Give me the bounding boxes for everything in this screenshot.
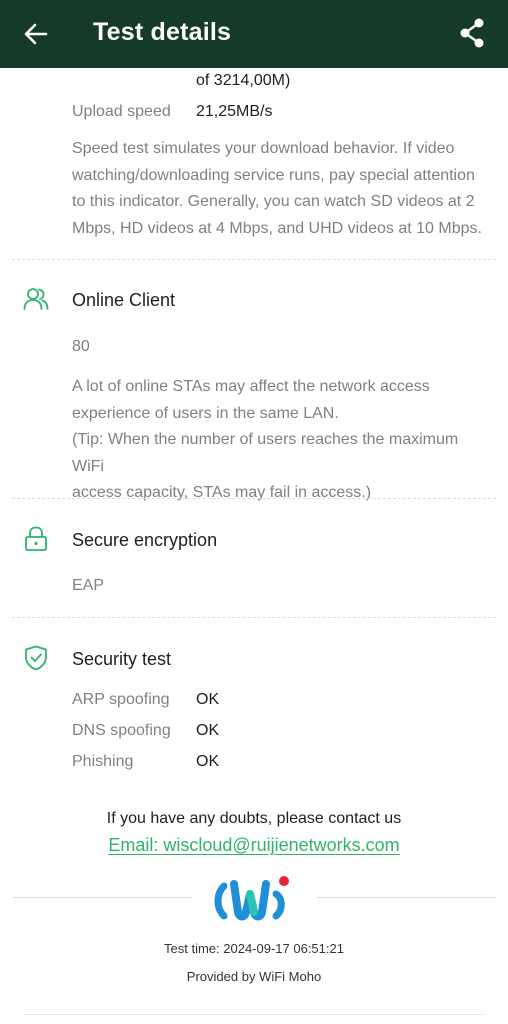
provided-by: Provided by WiFi Moho: [186, 969, 322, 984]
email-link-row: Email: wiscloud@ruijienetworks.com: [0, 835, 508, 856]
page-title: Test details: [93, 18, 232, 46]
upload-speed-label: Upload speed: [72, 103, 171, 120]
arp-spoofing-value: OK: [196, 691, 220, 708]
email-link[interactable]: Email: wiscloud@ruijienetworks.com: [108, 835, 399, 855]
share-icon: [460, 18, 484, 48]
online-client-description: A lot of online STAs may affect the netw…: [72, 374, 492, 507]
speed-description-line: Mbps, HD videos at 4 Mbps, and UHD video…: [72, 219, 482, 237]
section-divider: [12, 498, 496, 499]
download-speed-tail: of 3214,00M): [196, 72, 291, 89]
arp-spoofing-label: ARP spoofing: [72, 691, 170, 708]
phishing-value: OK: [196, 753, 220, 770]
encryption-value: EAP: [72, 577, 105, 594]
users-icon: [22, 285, 50, 313]
logo-divider-left: [12, 897, 192, 898]
footer-divider: [24, 1014, 484, 1015]
dns-spoofing-value: OK: [196, 722, 220, 739]
arrow-left-icon: [24, 23, 48, 45]
online-client-description-line: (Tip: When the number of users reaches t…: [72, 431, 459, 475]
phishing-label: Phishing: [72, 753, 134, 770]
dns-spoofing-label: DNS spoofing: [72, 722, 171, 739]
online-client-description-line: experience of users in the same LAN.: [72, 404, 339, 422]
section-divider: [12, 617, 496, 618]
speed-description: Speed test simulates your download behav…: [72, 136, 492, 242]
details-scroll-area[interactable]: of 3214,00M) Upload speed 21,25MB/s Spee…: [0, 68, 508, 1024]
contact-text: If you have any doubts, please contact u…: [106, 810, 402, 827]
section-divider: [12, 259, 496, 260]
speed-description-line: watching/downloading service runs, pay s…: [72, 166, 475, 184]
app-bar: Test details: [0, 0, 508, 68]
logo-divider-right: [316, 897, 496, 898]
speed-description-line: Speed test simulates your download behav…: [72, 140, 455, 157]
speed-description-line: to this indicator. Generally, you can wa…: [72, 193, 475, 210]
test-time: Test time: 2024-09-17 06:51:21: [164, 941, 344, 956]
security-test-title: Security test: [72, 649, 172, 669]
online-client-description-line: access capacity, STAs may fail in access…: [72, 484, 372, 501]
online-client-description-line: A lot of online STAs may affect the netw…: [72, 378, 430, 395]
secure-encryption-title: Secure encryption: [72, 530, 218, 550]
back-button[interactable]: [18, 16, 54, 52]
shield-check-icon: [22, 644, 50, 672]
logo-row: [0, 868, 508, 928]
lock-icon: [22, 525, 50, 553]
upload-speed-value: 21,25MB/s: [196, 103, 273, 120]
online-client-title: Online Client: [72, 290, 176, 310]
share-button[interactable]: [454, 14, 490, 52]
online-client-value: 80: [72, 338, 90, 355]
wifi-moho-logo: [214, 872, 294, 926]
